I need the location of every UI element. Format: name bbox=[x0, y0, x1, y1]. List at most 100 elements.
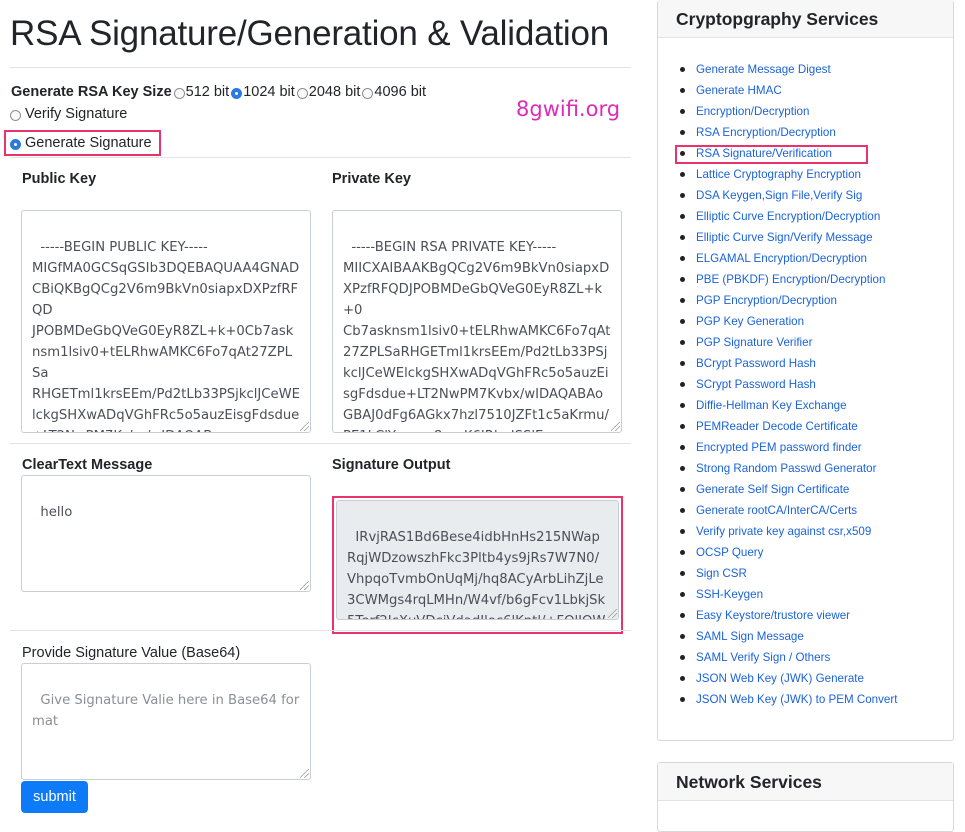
service-link[interactable]: Generate Self Sign Certificate bbox=[696, 483, 849, 496]
service-link[interactable]: JSON Web Key (JWK) to PEM Convert bbox=[696, 693, 897, 706]
service-list-item: Diffie-Hellman Key Exchange bbox=[658, 395, 897, 416]
service-link[interactable]: Lattice Cryptography Encryption bbox=[696, 168, 861, 181]
service-link[interactable]: Strong Random Passwd Generator bbox=[696, 462, 876, 475]
service-list-item: PGP Encryption/Decryption bbox=[658, 290, 897, 311]
radio-1024[interactable] bbox=[231, 87, 243, 99]
radio-2048[interactable] bbox=[296, 87, 308, 99]
service-link[interactable]: OCSP Query bbox=[696, 546, 763, 559]
service-list-item: Strong Random Passwd Generator bbox=[658, 458, 897, 479]
service-list-item: Easy Keystore/trustore viewer bbox=[658, 605, 897, 626]
radio-verify[interactable] bbox=[10, 109, 21, 121]
service-list-item: SAML Sign Message bbox=[658, 626, 897, 647]
service-list-item: SAML Verify Sign / Others bbox=[658, 647, 897, 668]
public-key-textarea[interactable]: -----BEGIN PUBLIC KEY----- MIGfMA0GCSqGS… bbox=[21, 210, 311, 433]
service-link[interactable]: Elliptic Curve Encryption/Decryption bbox=[696, 210, 880, 223]
service-link[interactable]: Encrypted PEM password finder bbox=[696, 441, 862, 454]
service-link[interactable]: Easy Keystore/trustore viewer bbox=[696, 609, 850, 622]
page-title: RSA Signature/Generation & Validation bbox=[10, 14, 609, 53]
service-list-item: RSA Encryption/Decryption bbox=[658, 122, 897, 143]
service-list-item: SSH-Keygen bbox=[658, 584, 897, 605]
service-link[interactable]: PBE (PBKDF) Encryption/Decryption bbox=[696, 273, 885, 286]
service-list-item: DSA Keygen,Sign File,Verify Sig bbox=[658, 185, 897, 206]
service-list-item: PEMReader Decode Certificate bbox=[658, 416, 897, 437]
submit-button[interactable]: submit bbox=[21, 781, 88, 813]
service-link[interactable]: Verify private key against csr,x509 bbox=[696, 525, 871, 538]
key-size-label: Generate RSA Key Size bbox=[11, 84, 172, 100]
service-list-item: JSON Web Key (JWK) to PEM Convert bbox=[658, 689, 897, 710]
key-size-option-4096[interactable]: 4096 bit bbox=[362, 84, 426, 100]
resize-grip-icon[interactable] bbox=[611, 422, 620, 431]
radio-512[interactable] bbox=[173, 87, 185, 99]
key-size-option-1024[interactable]: 1024 bit bbox=[231, 84, 295, 100]
provide-signature-label: Provide Signature Value (Base64) bbox=[22, 645, 241, 661]
cleartext-textarea[interactable]: hello bbox=[21, 475, 311, 592]
signature-divider bbox=[10, 630, 631, 631]
service-link[interactable]: DSA Keygen,Sign File,Verify Sig bbox=[696, 189, 862, 202]
provide-signature-textarea[interactable]: Give Signature Valie here in Base64 form… bbox=[21, 663, 311, 780]
verify-signature-option[interactable]: Verify Signature bbox=[10, 106, 127, 122]
key-size-row: Generate RSA Key Size 512 bit 1024 bit 2… bbox=[11, 84, 428, 100]
keys-divider bbox=[10, 443, 631, 444]
service-link[interactable]: Generate Message Digest bbox=[696, 63, 831, 76]
service-link[interactable]: SAML Sign Message bbox=[696, 630, 804, 643]
service-link[interactable]: PEMReader Decode Certificate bbox=[696, 420, 858, 433]
generate-signature-option[interactable]: Generate Signature bbox=[4, 130, 161, 156]
service-list-item: PGP Key Generation bbox=[658, 311, 897, 332]
service-list-item: Lattice Cryptography Encryption bbox=[658, 164, 897, 185]
signature-output-highlight bbox=[332, 496, 623, 634]
service-link[interactable]: BCrypt Password Hash bbox=[696, 357, 816, 370]
service-list-item: Elliptic Curve Sign/Verify Message bbox=[658, 227, 897, 248]
resize-grip-icon[interactable] bbox=[300, 769, 309, 778]
service-list-item: Generate Self Sign Certificate bbox=[658, 479, 897, 500]
service-link[interactable]: ELGAMAL Encryption/Decryption bbox=[696, 252, 867, 265]
service-link[interactable]: Generate rootCA/InterCA/Certs bbox=[696, 504, 857, 517]
service-link[interactable]: Encryption/Decryption bbox=[696, 105, 809, 118]
service-list-item: BCrypt Password Hash bbox=[658, 353, 897, 374]
key-size-option-2048[interactable]: 2048 bit bbox=[296, 84, 360, 100]
crypto-services-panel: Cryptopgraphy Services Generate Message … bbox=[657, 0, 954, 741]
radio-4096[interactable] bbox=[362, 87, 374, 99]
service-link[interactable]: Sign CSR bbox=[696, 567, 747, 580]
service-list-item: Verify private key against csr,x509 bbox=[658, 521, 897, 542]
service-list-item: Elliptic Curve Encryption/Decryption bbox=[658, 206, 897, 227]
signature-output-label: Signature Output bbox=[332, 457, 451, 473]
resize-grip-icon[interactable] bbox=[300, 581, 309, 590]
radio-generate[interactable] bbox=[10, 138, 21, 150]
service-list-item: OCSP Query bbox=[658, 542, 897, 563]
private-key-textarea[interactable]: -----BEGIN RSA PRIVATE KEY----- MIICXAIB… bbox=[332, 210, 622, 433]
service-link[interactable]: PGP Encryption/Decryption bbox=[696, 294, 837, 307]
service-list-item: Generate rootCA/InterCA/Certs bbox=[658, 500, 897, 521]
brand-watermark: 8gwifi.org bbox=[516, 97, 621, 121]
service-link[interactable]: Elliptic Curve Sign/Verify Message bbox=[696, 231, 873, 244]
service-link[interactable]: JSON Web Key (JWK) Generate bbox=[696, 672, 864, 685]
service-list-item: Encrypted PEM password finder bbox=[658, 437, 897, 458]
service-list-item: Generate HMAC bbox=[658, 80, 897, 101]
service-list-item: PBE (PBKDF) Encryption/Decryption bbox=[658, 269, 897, 290]
service-list-item: JSON Web Key (JWK) Generate bbox=[658, 668, 897, 689]
crypto-services-title: Cryptopgraphy Services bbox=[658, 0, 953, 38]
service-list-item: Sign CSR bbox=[658, 563, 897, 584]
cleartext-label: ClearText Message bbox=[22, 457, 153, 473]
service-link[interactable]: PGP Signature Verifier bbox=[696, 336, 812, 349]
service-link[interactable]: PGP Key Generation bbox=[696, 315, 804, 328]
key-size-option-512[interactable]: 512 bit bbox=[173, 84, 229, 100]
title-divider bbox=[10, 67, 631, 68]
service-list-item: ELGAMAL Encryption/Decryption bbox=[658, 248, 897, 269]
network-services-title: Network Services bbox=[658, 763, 953, 801]
options-divider bbox=[10, 157, 631, 158]
service-list-item: SCrypt Password Hash bbox=[658, 374, 897, 395]
service-list-item: Generate Message Digest bbox=[658, 59, 897, 80]
private-key-label: Private Key bbox=[332, 171, 411, 187]
service-link[interactable]: SCrypt Password Hash bbox=[696, 378, 816, 391]
network-services-panel: Network Services bbox=[657, 762, 954, 832]
service-link[interactable]: Diffie-Hellman Key Exchange bbox=[696, 399, 847, 412]
service-link[interactable]: SSH-Keygen bbox=[696, 588, 763, 601]
public-key-label: Public Key bbox=[22, 171, 97, 187]
service-list-item: Encryption/Decryption bbox=[658, 101, 897, 122]
service-link[interactable]: RSA Encryption/Decryption bbox=[696, 126, 836, 139]
service-link[interactable]: SAML Verify Sign / Others bbox=[696, 651, 830, 664]
service-list-item: PGP Signature Verifier bbox=[658, 332, 897, 353]
service-link[interactable]: Generate HMAC bbox=[696, 84, 782, 97]
active-link-highlight bbox=[675, 145, 868, 164]
resize-grip-icon[interactable] bbox=[300, 422, 309, 431]
